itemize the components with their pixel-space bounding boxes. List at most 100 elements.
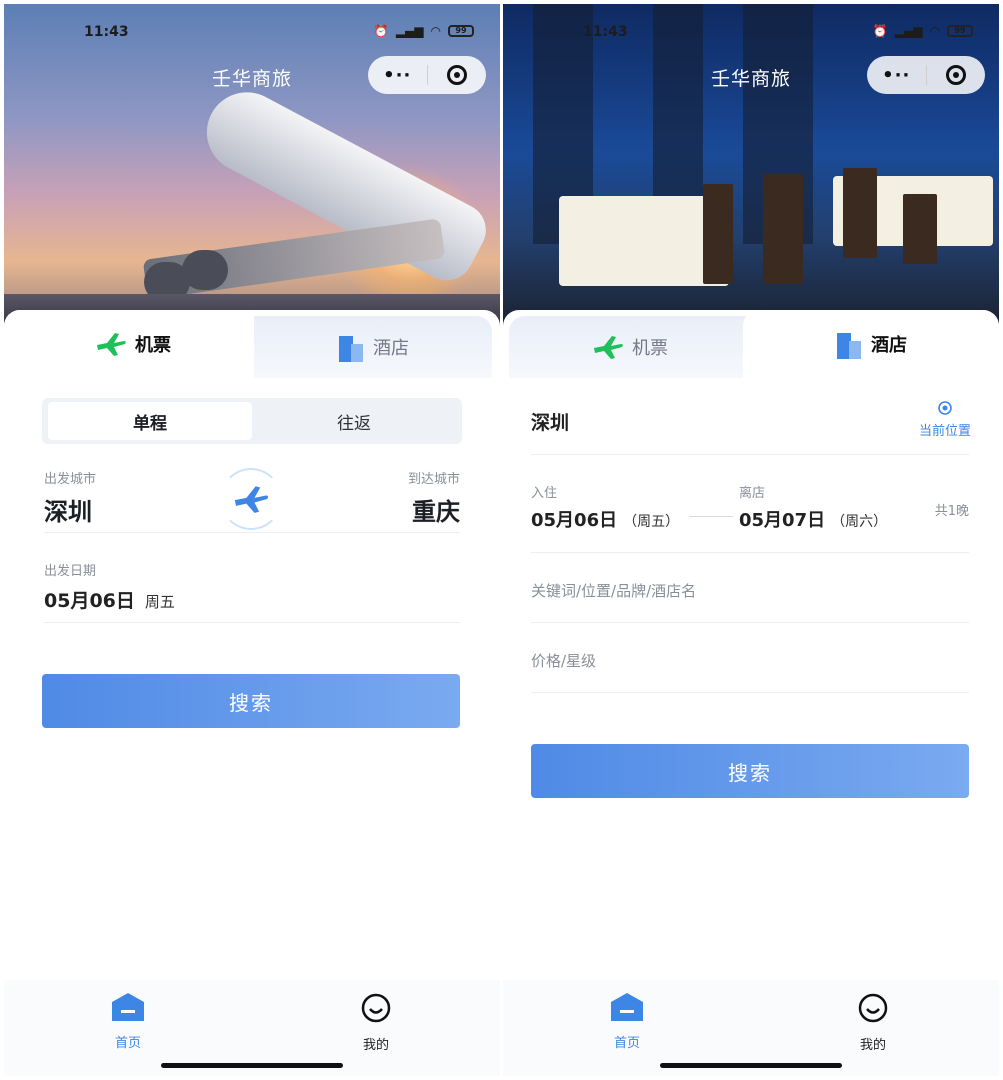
smile-icon (361, 993, 391, 1023)
battery-icon: 99 (947, 25, 973, 37)
airplane-hero-image (4, 4, 500, 334)
tabbar-mine-label: 我的 (362, 1038, 389, 1053)
checkin-label: 入住 (531, 486, 558, 501)
status-icons: ⏰ ▂▄▆ ◠ 99 (374, 24, 474, 38)
arrive-city-label: 到达城市 (407, 472, 460, 487)
depart-date-label: 出发日期 (44, 564, 97, 579)
tab-hotel[interactable]: 酒店 (743, 310, 999, 378)
chair (763, 174, 803, 284)
tab-hotel-label: 酒店 (871, 335, 907, 356)
chair (703, 184, 733, 284)
checkout-field[interactable]: 05月07日 （周六） (739, 506, 887, 532)
alarm-icon: ⏰ (872, 24, 888, 38)
locate-icon (938, 401, 952, 415)
depart-weekday: 周五 (144, 593, 175, 611)
hotel-screen: 11:43 ⏰ ▂▄▆ ◠ 99 壬华商旅 •·· 机票 酒店 深圳 当前位置 … (503, 4, 999, 1076)
building-icon (337, 332, 365, 362)
chair (843, 168, 877, 258)
booking-card: 机票 酒店 深圳 当前位置 入住 05月06日 （周五） 离店 05月07日 （… (503, 310, 999, 1076)
tab-hotel[interactable]: 酒店 (254, 316, 492, 378)
current-location-label: 当前位置 (918, 424, 971, 439)
tabbar-home[interactable]: 首页 (98, 992, 158, 1051)
divider (44, 532, 460, 533)
flight-search-button[interactable]: 搜索 (42, 674, 460, 728)
hotel-search-button[interactable]: 搜索 (531, 744, 969, 798)
home-icon (112, 993, 144, 1021)
home-icon (611, 993, 643, 1021)
checkin-date: 05月06日 (531, 510, 618, 531)
status-time: 11:43 (583, 24, 628, 40)
hotel-city[interactable]: 深圳 (531, 408, 569, 435)
target-icon (446, 65, 467, 85)
wifi-icon: ◠ (430, 24, 441, 38)
status-bar: 11:43 ⏰ ▂▄▆ ◠ 99 (503, 24, 999, 44)
divider (531, 692, 969, 693)
depart-date-field[interactable]: 05月06日 周五 (44, 586, 175, 613)
alarm-icon: ⏰ (373, 24, 389, 38)
divider (531, 552, 969, 553)
depart-city-label: 出发城市 (44, 472, 97, 487)
close-button[interactable] (927, 65, 986, 85)
mini-program-capsule: •·· (368, 56, 486, 94)
divider (44, 622, 460, 623)
more-button[interactable]: •·· (368, 65, 427, 86)
swap-cities-button[interactable] (220, 468, 282, 530)
signal-icon: ▂▄▆ (395, 24, 424, 38)
round-trip-option[interactable]: 往返 (252, 402, 456, 440)
tabbar-mine[interactable]: 我的 (346, 992, 406, 1053)
smile-icon (858, 993, 888, 1023)
bottom-tab-bar: 首页 我的 (503, 980, 999, 1076)
trip-type-switch: 单程 往返 (42, 398, 462, 444)
flight-screen: 11:43 ⏰ ▂▄▆ ◠ 99 壬华商旅 •·· 机票 酒店 单程 往返 出发… (4, 4, 500, 1076)
tabbar-mine[interactable]: 我的 (843, 992, 903, 1053)
checkin-field[interactable]: 05月06日 （周五） (531, 506, 679, 532)
mini-program-capsule: •·· (867, 56, 985, 94)
arrive-city[interactable]: 重庆 (412, 492, 460, 527)
home-indicator (660, 1063, 842, 1068)
depart-city[interactable]: 深圳 (44, 492, 92, 527)
tab-flight-label: 机票 (135, 335, 171, 356)
tabbar-mine-label: 我的 (859, 1038, 886, 1053)
divider (531, 622, 969, 623)
tab-hotel-label: 酒店 (373, 338, 409, 359)
keyword-input[interactable]: 关键词/位置/品牌/酒店名 (531, 580, 696, 601)
booking-tabs: 机票 酒店 (4, 310, 500, 378)
restaurant-hero-image (503, 4, 999, 334)
divider (531, 454, 969, 455)
status-time: 11:43 (84, 24, 129, 40)
one-way-option[interactable]: 单程 (48, 402, 252, 440)
building-icon (835, 329, 863, 359)
tabbar-home-label: 首页 (613, 1036, 640, 1051)
close-button[interactable] (428, 65, 487, 85)
tabbar-home-label: 首页 (114, 1036, 141, 1051)
airplane-icon (95, 331, 127, 357)
swap-airplane-icon (234, 486, 269, 513)
booking-card: 机票 酒店 单程 往返 出发城市 深圳 到达城市 重庆 出发日期 05月06日 … (4, 310, 500, 1076)
status-bar: 11:43 ⏰ ▂▄▆ ◠ 99 (4, 24, 500, 44)
checkout-weekday: （周六） (831, 514, 888, 530)
tab-flight[interactable]: 机票 (4, 310, 262, 378)
tabbar-home[interactable]: 首页 (597, 992, 657, 1051)
home-indicator (161, 1063, 343, 1068)
engine (182, 250, 228, 290)
status-icons: ⏰ ▂▄▆ ◠ 99 (873, 24, 973, 38)
checkin-weekday: （周五） (623, 514, 680, 530)
checkout-date: 05月07日 (739, 510, 826, 531)
date-connector (689, 516, 733, 517)
tab-flight-label: 机票 (632, 338, 668, 359)
signal-icon: ▂▄▆ (894, 24, 923, 38)
more-button[interactable]: •·· (867, 65, 926, 86)
booking-tabs: 机票 酒店 (503, 310, 999, 378)
target-icon (945, 65, 966, 85)
wifi-icon: ◠ (929, 24, 940, 38)
battery-icon: 99 (448, 25, 474, 37)
depart-date: 05月06日 (44, 590, 135, 612)
chair (903, 194, 937, 264)
bottom-tab-bar: 首页 我的 (4, 980, 500, 1076)
checkout-label: 离店 (739, 486, 766, 501)
current-location-button[interactable]: 当前位置 (919, 400, 971, 439)
tab-flight[interactable]: 机票 (509, 316, 751, 378)
airplane-icon (592, 334, 624, 360)
nights-count: 共1晚 (934, 504, 969, 519)
price-star-input[interactable]: 价格/星级 (531, 650, 596, 671)
